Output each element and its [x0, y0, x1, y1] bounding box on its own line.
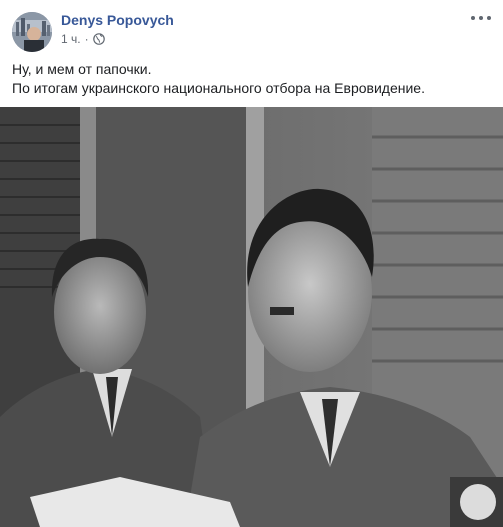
more-options-icon[interactable] — [471, 12, 491, 24]
post-header: Denys Popovych 1 ч. · — [0, 0, 503, 56]
globe-icon[interactable] — [92, 33, 105, 45]
avatar-image — [12, 12, 52, 52]
post-text: Ну, и мем от папочки. По итогам украинск… — [12, 60, 492, 98]
post-text-line-2: По итогам украинского национального отбо… — [12, 80, 425, 96]
facebook-post: Denys Popovych 1 ч. · Ну, и мем от папоч… — [0, 0, 503, 527]
meta-separator: · — [84, 32, 89, 46]
post-timestamp[interactable]: 1 ч. — [61, 32, 81, 46]
author-name[interactable]: Denys Popovych — [61, 12, 174, 28]
post-photo[interactable] — [0, 107, 503, 527]
post-meta: 1 ч. · — [61, 32, 105, 46]
avatar[interactable] — [12, 12, 52, 52]
post-text-line-1: Ну, и мем от папочки. — [12, 61, 152, 77]
